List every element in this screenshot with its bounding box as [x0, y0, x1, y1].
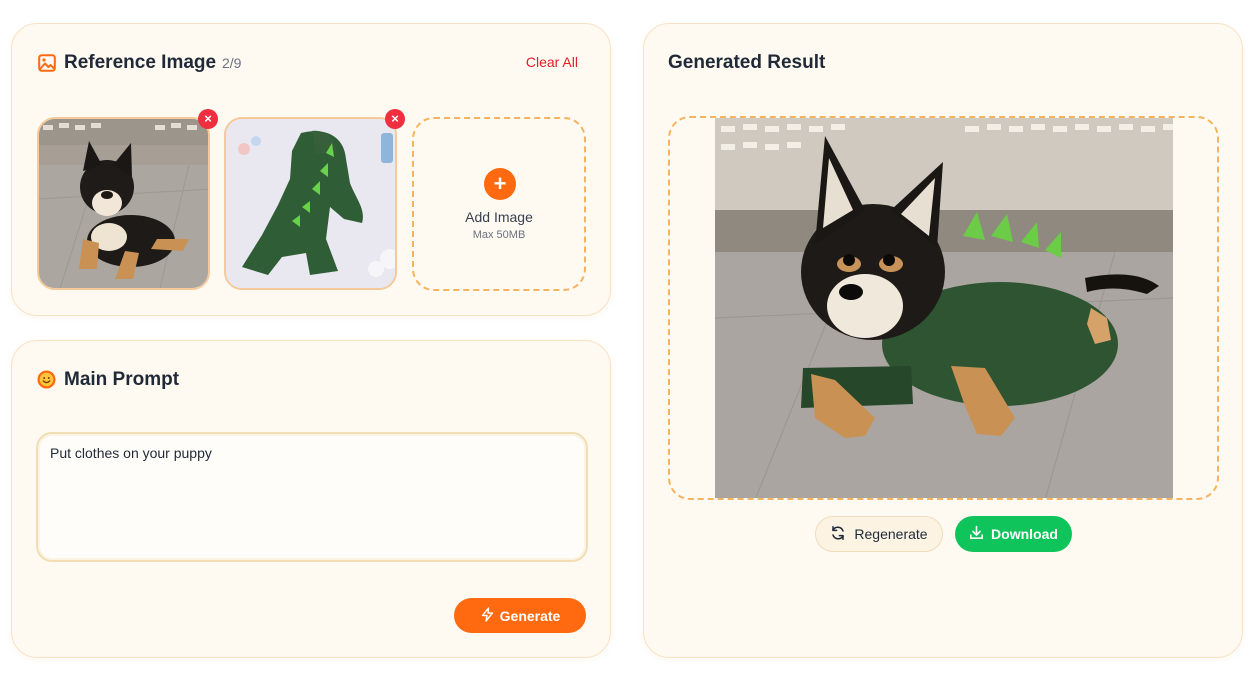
reference-thumbnail-costume[interactable]: × — [224, 109, 405, 290]
refresh-icon — [830, 525, 846, 544]
download-icon — [969, 525, 984, 543]
remove-image-button[interactable]: × — [385, 109, 405, 129]
clear-all-button[interactable]: Clear All — [526, 54, 578, 70]
image-count: 2/9 — [222, 55, 242, 71]
remove-image-button[interactable]: × — [198, 109, 218, 129]
download-button[interactable]: Download — [955, 516, 1072, 552]
generated-result-title: Generated Result — [668, 52, 826, 73]
reference-image-title: Reference Image — [64, 52, 217, 73]
download-label: Download — [991, 526, 1058, 542]
generated-result-card: Generated Result Regenerate Download — [643, 23, 1243, 658]
max-size-hint: Max 50MB — [472, 229, 526, 241]
puppy-photo — [39, 119, 208, 288]
result-image-frame — [668, 116, 1219, 500]
main-prompt-title: Main Prompt — [64, 369, 180, 390]
lightning-icon — [480, 606, 495, 625]
main-prompt-card: Main Prompt Generate — [11, 340, 611, 658]
smiley-icon — [37, 370, 56, 389]
generate-button[interactable]: Generate — [454, 598, 586, 633]
reference-thumbnail-puppy[interactable]: × — [37, 109, 218, 290]
add-image-label: Add Image — [465, 209, 533, 225]
generated-image — [714, 118, 1174, 498]
prompt-input[interactable] — [36, 432, 588, 562]
regenerate-button[interactable]: Regenerate — [815, 516, 943, 552]
plus-icon: + — [484, 168, 516, 200]
image-icon — [38, 54, 56, 72]
generate-label: Generate — [499, 607, 561, 624]
add-image-button[interactable]: + Add Image Max 50MB — [412, 117, 586, 291]
dinosaur-costume-photo — [226, 119, 395, 288]
regenerate-label: Regenerate — [854, 526, 928, 542]
reference-image-card: Reference Image 2/9 Clear All × × + Add … — [11, 23, 611, 316]
